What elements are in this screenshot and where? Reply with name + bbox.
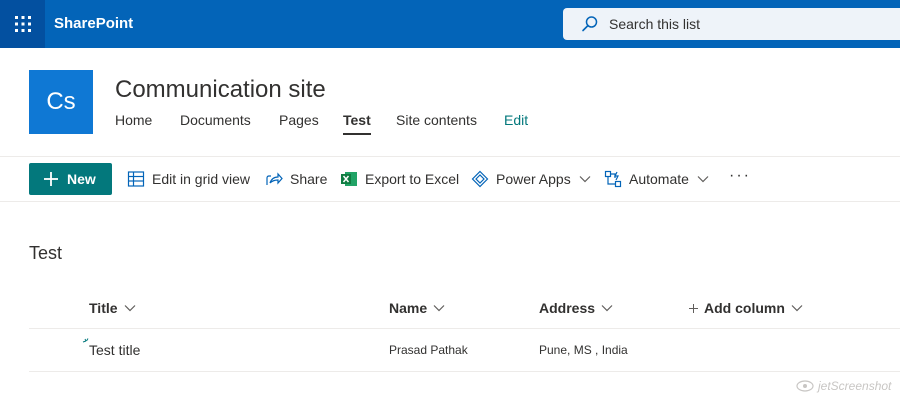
export-excel-button[interactable]: Export to Excel xyxy=(340,169,459,189)
add-column-button[interactable]: Add column xyxy=(689,299,803,317)
nav-item-pages[interactable]: Pages xyxy=(279,111,319,129)
column-header-address-label: Address xyxy=(539,300,596,316)
edit-grid-view-label: Edit in grid view xyxy=(152,171,251,187)
chevron-down-icon xyxy=(791,305,803,312)
share-button[interactable]: Share xyxy=(265,169,327,189)
export-excel-label: Export to Excel xyxy=(365,171,460,187)
command-bar-divider xyxy=(0,201,900,202)
cell-title[interactable]: Test title xyxy=(89,342,140,358)
watermark-text: jetScreenshot xyxy=(818,379,892,393)
chevron-down-icon xyxy=(601,305,613,312)
suite-bar: SharePoint Search this list xyxy=(0,0,900,48)
automate-label: Automate xyxy=(629,171,689,187)
automate-icon xyxy=(604,170,622,188)
grid-icon xyxy=(127,171,145,187)
new-button[interactable]: New xyxy=(29,163,112,195)
chevron-down-icon xyxy=(697,176,709,183)
plus-icon xyxy=(689,303,698,313)
search-icon xyxy=(582,16,598,32)
search-input[interactable]: Search this list xyxy=(609,16,700,32)
add-column-label: Add column xyxy=(704,300,785,316)
nav-edit-link[interactable]: Edit xyxy=(504,111,528,129)
command-bar: New Edit in grid view Share Export to Ex… xyxy=(0,157,900,201)
app-launcher-button[interactable] xyxy=(0,0,45,48)
header-row-divider xyxy=(29,328,900,329)
new-button-label: New xyxy=(67,171,96,187)
plus-icon xyxy=(44,172,58,186)
excel-icon xyxy=(341,172,357,186)
chevron-down-icon xyxy=(124,305,135,312)
edit-grid-view-button[interactable]: Edit in grid view xyxy=(127,169,250,189)
nav-item-documents[interactable]: Documents xyxy=(180,111,251,129)
more-options-button[interactable]: ··· xyxy=(729,167,751,185)
nav-item-test[interactable]: Test xyxy=(343,111,371,135)
site-logo[interactable]: Cs xyxy=(29,70,93,134)
search-box[interactable]: Search this list xyxy=(563,8,900,40)
watermark: jetScreenshot xyxy=(796,379,891,393)
column-header-address[interactable]: Address xyxy=(539,299,613,317)
power-apps-label: Power Apps xyxy=(496,171,571,187)
cell-name: Prasad Pathak xyxy=(389,343,468,357)
power-apps-icon xyxy=(471,170,489,188)
column-header-name-label: Name xyxy=(389,300,428,316)
column-header-title-label: Title xyxy=(89,300,118,316)
share-icon xyxy=(266,172,283,185)
cell-address: Pune, MS , India xyxy=(539,343,628,357)
site-title[interactable]: Communication site xyxy=(115,75,326,105)
nav-item-home[interactable]: Home xyxy=(115,111,152,129)
app-brand-link[interactable]: SharePoint xyxy=(54,15,133,33)
share-label: Share xyxy=(290,171,328,187)
waffle-icon xyxy=(14,16,31,32)
list-title: Test xyxy=(29,243,63,263)
column-header-title[interactable]: Title xyxy=(89,299,136,317)
column-header-name[interactable]: Name xyxy=(389,299,445,317)
power-apps-button[interactable]: Power Apps xyxy=(471,169,591,189)
site-logo-initials: Cs xyxy=(46,88,76,115)
chevron-down-icon xyxy=(579,176,591,183)
watermark-logo-icon xyxy=(796,380,814,392)
nav-item-site-contents[interactable]: Site contents xyxy=(396,111,477,129)
chevron-down-icon xyxy=(433,305,445,312)
row-divider xyxy=(29,371,900,372)
automate-button[interactable]: Automate xyxy=(604,169,709,189)
